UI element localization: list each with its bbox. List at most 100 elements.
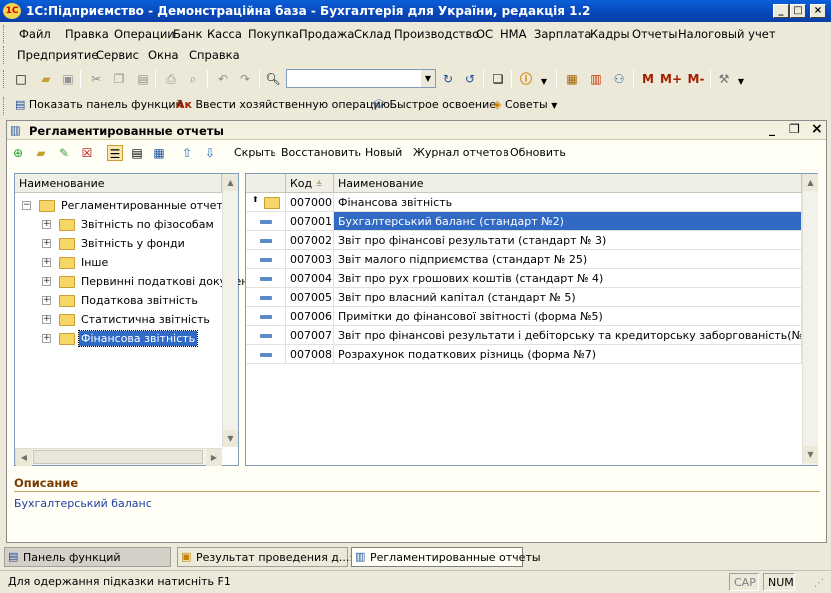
expand-icon[interactable]: +	[42, 258, 51, 267]
cut-icon[interactable]: ✂	[88, 71, 104, 87]
tools-icon[interactable]: ⚒	[716, 71, 732, 87]
hierarchy-icon[interactable]: ☰	[107, 145, 123, 161]
tree-item[interactable]: + Податкова звітність	[15, 291, 222, 310]
menu-bank[interactable]: Банк	[173, 27, 202, 41]
chevron-down-icon[interactable]: ▼	[421, 70, 435, 87]
search-next-icon[interactable]: ↻	[440, 71, 456, 87]
users-icon[interactable]: ⚇	[611, 71, 627, 87]
search-prev-icon[interactable]: ↺	[462, 71, 478, 87]
refresh-button[interactable]: Обновить	[510, 146, 566, 159]
reports-journal-button[interactable]: Журнал отчетов	[413, 146, 509, 159]
name-column-header[interactable]: Наименование	[334, 174, 802, 193]
menu-windows[interactable]: Окна	[148, 48, 179, 62]
task-posting-result[interactable]: ▣ Результат проведения д...:59	[177, 547, 367, 567]
expand-icon[interactable]: +	[42, 239, 51, 248]
quick-start-button[interactable]: 🎓︎ Быстрое освоение	[372, 98, 496, 111]
maximize-button[interactable]: □	[790, 4, 806, 18]
scroll-thumb[interactable]	[33, 450, 203, 464]
scroll-up-icon[interactable]: ▲	[223, 174, 238, 191]
tree-item[interactable]: + Інше	[15, 253, 222, 272]
expand-icon[interactable]: +	[42, 277, 51, 286]
info-dropdown-icon[interactable]: ▼	[536, 74, 552, 90]
tree-item[interactable]: + Первинні податкові документи	[15, 272, 262, 291]
tree-root[interactable]: − Регламентированные отчеты	[15, 196, 232, 215]
enter-operation-button[interactable]: Ак Ввести хозяйственную операцию	[176, 98, 390, 111]
menu-fixed-assets[interactable]: ОС	[476, 27, 493, 41]
table-row[interactable]: 007003 Звіт малого підприємства (стандарт…	[246, 250, 802, 269]
tree-vertical-scrollbar[interactable]: ▲ ▼	[222, 174, 238, 447]
m-icon[interactable]: M	[640, 71, 656, 87]
add-folder-icon[interactable]: ▰	[33, 145, 49, 161]
info-icon[interactable]: ⓘ	[518, 71, 534, 87]
minimize-button[interactable]: _	[773, 4, 789, 18]
undo-icon[interactable]: ↶	[215, 71, 231, 87]
menu-reports[interactable]: Отчеты	[632, 27, 677, 41]
menu-operations[interactable]: Операции	[114, 27, 175, 41]
tips-dropdown-icon[interactable]: ▼	[551, 101, 557, 110]
window-restore-icon[interactable]: ❐	[789, 122, 800, 136]
m-plus-icon[interactable]: M+	[660, 71, 682, 87]
select-icon[interactable]: ▤	[129, 145, 145, 161]
print-icon[interactable]: ⎙	[163, 71, 179, 87]
menu-production[interactable]: Производство	[394, 27, 479, 41]
code-column-header[interactable]: Код ≜	[286, 174, 334, 193]
menu-help[interactable]: Справка	[189, 48, 240, 62]
menu-purchase[interactable]: Покупка	[248, 27, 299, 41]
task-functions-panel[interactable]: ▤ Панель функций	[4, 547, 171, 567]
menu-service[interactable]: Сервис	[96, 48, 139, 62]
tree-item[interactable]: + Звітність у фонди	[15, 234, 222, 253]
scroll-down-icon[interactable]: ▼	[223, 430, 238, 447]
menu-hr[interactable]: Кадры	[590, 27, 630, 41]
calendar-icon[interactable]: ▥	[588, 71, 604, 87]
tools-dropdown-icon[interactable]: ▼	[733, 74, 749, 90]
table-row[interactable]: 007007 Звіт про фінансові результати і де…	[246, 326, 802, 345]
resize-grip-icon[interactable]: ⋰	[814, 578, 824, 589]
table-row[interactable]: 007002 Звіт про фінансові результати (ста…	[246, 231, 802, 250]
m-minus-icon[interactable]: M-	[685, 71, 707, 87]
table-row[interactable]: 007001 Бухгалтерський баланс (стандарт №2…	[246, 212, 802, 231]
task-regulated-reports[interactable]: ▥ Регламентированные отчеты	[351, 547, 541, 567]
menu-edit[interactable]: Правка	[65, 27, 109, 41]
delete-icon[interactable]: ☒	[79, 145, 95, 161]
show-function-panel-button[interactable]: ▤ Показать панель функций	[15, 98, 183, 111]
tree-item[interactable]: + Статистична звітність	[15, 310, 222, 329]
list-vertical-scrollbar[interactable]: ▲ ▼	[802, 174, 818, 465]
list-scroll-down-icon[interactable]: ▼	[803, 446, 818, 463]
menu-file[interactable]: Файл	[19, 27, 51, 41]
tree-view-icon[interactable]: ▦	[151, 145, 167, 161]
menu-cash[interactable]: Касса	[207, 27, 242, 41]
menu-tax[interactable]: Налоговый учет	[678, 27, 776, 41]
window-minimize-icon[interactable]: _	[769, 122, 775, 136]
expand-icon[interactable]: +	[42, 334, 51, 343]
edit-icon[interactable]: ✎	[56, 145, 72, 161]
expand-icon[interactable]: +	[42, 220, 51, 229]
save-icon[interactable]: ▣	[60, 71, 76, 87]
paste-icon[interactable]: ▤	[135, 71, 151, 87]
new-doc-icon[interactable]: □	[13, 71, 29, 87]
print-preview-icon[interactable]: ⌕	[185, 71, 201, 87]
scroll-left-icon[interactable]: ◀	[16, 449, 32, 466]
find-icon[interactable]: 🔍︎	[265, 71, 281, 87]
table-row[interactable]: 007006 Примітки до фінансової звітності (…	[246, 307, 802, 326]
new-folder-icon[interactable]: ▰	[38, 71, 54, 87]
window-close-icon[interactable]: ×	[811, 121, 823, 137]
table-row[interactable]: 007008 Розрахунок податкових різниць (фор…	[246, 345, 802, 364]
expand-icon[interactable]: +	[42, 296, 51, 305]
hide-button[interactable]: Скрыть	[234, 146, 277, 159]
restore-button[interactable]: Восстановить	[281, 146, 361, 159]
close-button[interactable]: ×	[810, 4, 826, 18]
add-icon[interactable]: ⊕	[10, 145, 26, 161]
windows-icon[interactable]: ❏	[490, 71, 506, 87]
menu-sale[interactable]: Продажа	[299, 27, 354, 41]
menu-salary[interactable]: Зарплата	[534, 27, 591, 41]
tree-horizontal-scrollbar[interactable]: ◀ ▶	[15, 448, 222, 466]
search-input[interactable]: ▼	[286, 69, 436, 88]
up-level-icon[interactable]: ⬆	[252, 195, 259, 204]
table-row[interactable]: 007005 Звіт про власний капітал (стандарт…	[246, 288, 802, 307]
move-up-icon[interactable]: ⇧	[179, 145, 195, 161]
table-row[interactable]: ⬆ 007000 Фінансова звітність	[246, 193, 802, 212]
copy-icon[interactable]: ❐	[111, 71, 127, 87]
tree-item[interactable]: + Фінансова звітність	[15, 329, 222, 348]
tree-header[interactable]: Наименование	[15, 174, 222, 193]
expand-icon[interactable]: +	[42, 315, 51, 324]
